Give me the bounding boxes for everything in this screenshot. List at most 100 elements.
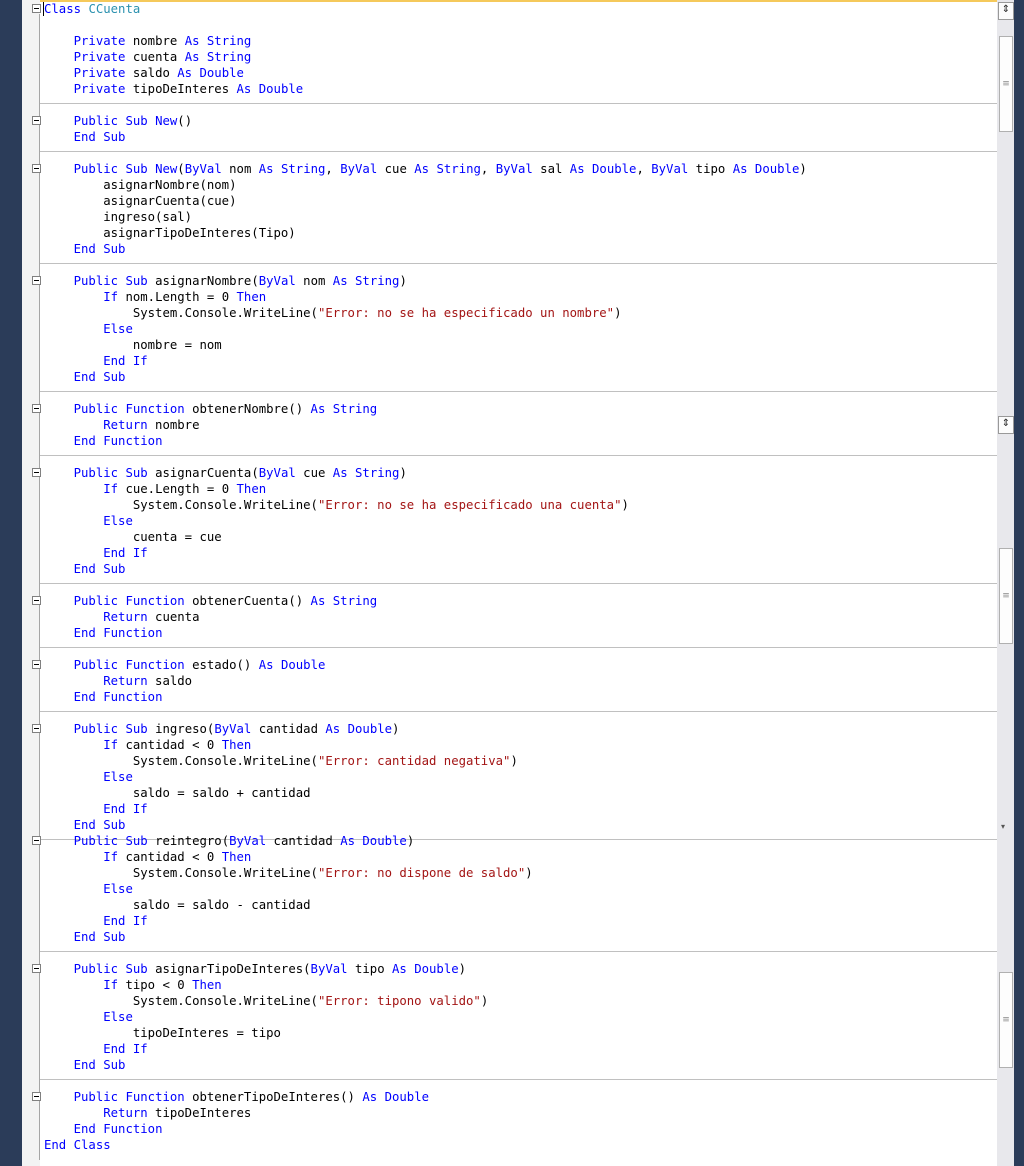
code-line[interactable] — [44, 17, 994, 33]
code-line[interactable] — [44, 97, 994, 113]
code-line[interactable]: Class CCuenta — [32, 1, 994, 17]
code-line[interactable]: asignarCuenta(cue) — [44, 193, 994, 209]
code-line[interactable]: Return tipoDeInteres — [44, 1105, 994, 1121]
code-line[interactable]: tipoDeInteres = tipo — [44, 1025, 994, 1041]
scrollbar-thumb-lower[interactable]: ≡ — [999, 548, 1013, 644]
split-editor-button-lower[interactable]: ⇕ — [998, 416, 1014, 434]
collapse-region-icon[interactable] — [32, 4, 41, 13]
code-line[interactable] — [44, 705, 994, 721]
code-line[interactable]: System.Console.WriteLine("Error: no se h… — [44, 305, 994, 321]
collapse-region-icon[interactable] — [32, 660, 41, 669]
code-line[interactable]: asignarTipoDeInteres(Tipo) — [44, 225, 994, 241]
code-line[interactable]: End Sub — [40, 369, 1024, 392]
collapse-region-icon[interactable] — [32, 468, 41, 477]
code-line[interactable] — [44, 641, 994, 657]
code-token: , — [480, 162, 496, 176]
scrollbar-thumb[interactable]: ≡ — [999, 36, 1013, 132]
code-line[interactable]: End Sub — [40, 817, 1024, 840]
code-line[interactable]: End Sub — [40, 1057, 1024, 1080]
code-line[interactable]: Public Sub asignarNombre(ByVal nom As St… — [32, 273, 994, 289]
scroll-down-arrow-icon[interactable]: ▾ — [1001, 822, 1005, 831]
code-line[interactable]: System.Console.WriteLine("Error: tipono … — [44, 993, 994, 1009]
code-line[interactable]: Public Sub asignarTipoDeInteres(ByVal ti… — [32, 961, 994, 977]
code-line[interactable] — [44, 1073, 994, 1089]
code-line[interactable]: End Function — [40, 625, 1024, 648]
code-line[interactable]: If cantidad < 0 Then — [44, 737, 994, 753]
code-line[interactable]: Else — [44, 1009, 994, 1025]
code-line[interactable]: Else — [44, 513, 994, 529]
code-line[interactable]: End If — [44, 801, 994, 817]
code-line[interactable] — [44, 385, 994, 401]
code-line[interactable]: Else — [44, 321, 994, 337]
code-line[interactable]: System.Console.WriteLine("Error: cantida… — [44, 753, 994, 769]
code-line[interactable]: Return cuenta — [44, 609, 994, 625]
code-line[interactable]: If nom.Length = 0 Then — [44, 289, 994, 305]
code-line[interactable]: End Function — [40, 433, 1024, 456]
collapse-region-icon[interactable] — [32, 164, 41, 173]
code-line[interactable]: End Sub — [40, 129, 1024, 152]
code-line[interactable] — [44, 257, 994, 273]
code-line[interactable]: End If — [44, 353, 994, 369]
collapse-region-icon[interactable] — [32, 596, 41, 605]
code-line[interactable] — [44, 145, 994, 161]
code-line[interactable]: Public Sub New() — [32, 113, 994, 129]
code-area[interactable]: Class CCuenta Private nombre As String P… — [32, 1, 1024, 1153]
outlining-margin[interactable] — [22, 0, 40, 1166]
code-line[interactable]: End Sub — [40, 241, 1024, 264]
code-line[interactable]: Public Function obtenerCuenta() As Strin… — [32, 593, 994, 609]
code-line[interactable]: cuenta = cue — [44, 529, 994, 545]
code-line[interactable]: Public Sub reintegro(ByVal cantidad As D… — [32, 833, 994, 849]
code-line[interactable]: nombre = nom — [44, 337, 994, 353]
collapse-region-icon[interactable] — [32, 276, 41, 285]
code-line[interactable]: End If — [44, 1041, 994, 1057]
collapse-region-icon[interactable] — [32, 964, 41, 973]
code-line[interactable]: Public Sub ingreso(ByVal cantidad As Dou… — [32, 721, 994, 737]
code-line[interactable]: asignarNombre(nom) — [44, 177, 994, 193]
scrollbar-thumb-bottom[interactable]: ≡ — [999, 972, 1013, 1068]
code-line[interactable]: If cue.Length = 0 Then — [44, 481, 994, 497]
code-line[interactable]: End Class — [44, 1137, 994, 1153]
code-line[interactable] — [44, 449, 994, 465]
code-line[interactable]: If cantidad < 0 Then — [44, 849, 994, 865]
code-line[interactable]: End If — [44, 913, 994, 929]
code-line[interactable]: Public Sub asignarCuenta(ByVal cue As St… — [32, 465, 994, 481]
code-line[interactable]: saldo = saldo + cantidad — [44, 785, 994, 801]
code-line[interactable] — [44, 577, 994, 593]
code-line[interactable]: End Sub — [40, 561, 1024, 584]
code-line[interactable]: Public Sub New(ByVal nom As String, ByVa… — [32, 161, 994, 177]
code-line[interactable]: Else — [44, 881, 994, 897]
collapse-region-icon[interactable] — [32, 836, 41, 845]
collapse-region-icon[interactable] — [32, 116, 41, 125]
code-line[interactable]: End Sub — [40, 929, 1024, 952]
code-line[interactable]: Public Function obtenerNombre() As Strin… — [32, 401, 994, 417]
code-line[interactable]: End Function — [44, 1121, 994, 1137]
code-line[interactable]: End Function — [40, 689, 1024, 712]
code-line[interactable]: If tipo < 0 Then — [44, 977, 994, 993]
code-line[interactable]: Private tipoDeInteres As Double — [40, 81, 1024, 104]
keyword-token: Class — [73, 1138, 111, 1152]
code-line[interactable]: Return saldo — [44, 673, 994, 689]
code-line[interactable]: Private cuenta As String — [44, 49, 994, 65]
collapse-region-icon[interactable] — [32, 404, 41, 413]
code-line[interactable] — [44, 945, 994, 961]
collapse-region-icon[interactable] — [32, 1092, 41, 1101]
code-line[interactable]: Private saldo As Double — [44, 65, 994, 81]
code-line[interactable]: Public Function obtenerTipoDeInteres() A… — [32, 1089, 994, 1105]
code-line[interactable]: ingreso(sal) — [44, 209, 994, 225]
code-token: , — [325, 162, 341, 176]
code-line[interactable]: Public Function estado() As Double — [32, 657, 994, 673]
code-line[interactable]: System.Console.WriteLine("Error: no se h… — [44, 497, 994, 513]
code-line[interactable]: Else — [44, 769, 994, 785]
split-editor-button[interactable]: ⇕ — [998, 2, 1014, 20]
code-line[interactable]: saldo = saldo - cantidad — [44, 897, 994, 913]
code-line[interactable]: System.Console.WriteLine("Error: no disp… — [44, 865, 994, 881]
collapse-region-icon[interactable] — [32, 724, 41, 733]
code-line[interactable]: End If — [44, 545, 994, 561]
code-token: ) — [614, 306, 622, 320]
code-line[interactable]: Return nombre — [44, 417, 994, 433]
text-caret — [43, 2, 44, 16]
code-line[interactable]: Private nombre As String — [44, 33, 994, 49]
